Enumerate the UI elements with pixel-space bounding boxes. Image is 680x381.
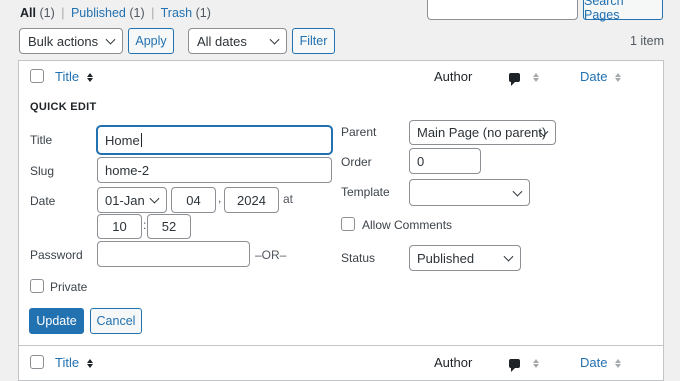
chevron-down-icon — [105, 34, 116, 45]
day-input[interactable]: 04 — [171, 187, 216, 213]
sort-icon — [615, 73, 622, 83]
minute-value: 52 — [161, 219, 177, 234]
item-count: 1 item — [629, 34, 664, 48]
search-pages-button[interactable]: Search Pages — [583, 0, 663, 22]
password-label: Password — [30, 248, 83, 262]
or-label: –OR– — [255, 248, 287, 262]
allow-comments-checkbox[interactable] — [341, 217, 355, 231]
sort-icon — [615, 359, 622, 369]
quick-edit-heading: QUICK EDIT — [30, 101, 97, 113]
cancel-button[interactable]: Cancel — [90, 308, 142, 334]
day-value: 04 — [186, 192, 201, 208]
filter-separator: | — [151, 6, 155, 20]
chevron-down-icon — [269, 34, 280, 45]
month-select[interactable]: 01-Jan — [97, 187, 167, 213]
filter-published-link[interactable]: Published — [71, 6, 126, 20]
at-label: at — [283, 192, 294, 206]
slug-input[interactable]: home-2 — [97, 157, 332, 183]
hour-input[interactable]: 10 — [97, 214, 142, 239]
date-column-header[interactable]: Date — [580, 69, 622, 84]
year-input[interactable]: 2024 — [224, 187, 279, 213]
slug-label: Slug — [30, 164, 55, 178]
status-value: Published — [417, 250, 475, 266]
sort-icon — [532, 359, 539, 369]
filter-published-count: (1) — [129, 6, 145, 20]
filter-separator: | — [61, 6, 65, 20]
minute-input[interactable]: 52 — [147, 214, 191, 239]
comments-column-header[interactable] — [509, 69, 539, 87]
chevron-down-icon — [512, 186, 523, 197]
allow-comments-label: Allow Comments — [362, 218, 453, 232]
filter-trash-count: (1) — [195, 6, 211, 20]
select-all-checkbox-footer[interactable] — [30, 355, 44, 369]
select-all-checkbox[interactable] — [30, 69, 44, 83]
comment-bubble-icon — [509, 359, 520, 373]
author-column-label: Author — [434, 355, 473, 370]
comments-column-footer[interactable] — [509, 355, 539, 373]
bulk-actions-value: Bulk actions — [28, 33, 99, 49]
date-column-label[interactable]: Date — [580, 355, 607, 370]
sort-icon — [86, 359, 93, 369]
title-label: Title — [30, 133, 53, 147]
filter-trash-link[interactable]: Trash — [161, 6, 193, 20]
title-input-value: Home — [105, 132, 140, 148]
title-column-footer[interactable]: Title — [55, 355, 93, 370]
order-input[interactable]: 0 — [409, 148, 481, 174]
chevron-down-icon — [149, 193, 160, 204]
update-button[interactable]: Update — [29, 308, 84, 334]
private-label: Private — [50, 280, 88, 294]
dates-select[interactable]: All dates — [188, 28, 287, 54]
table-header: Title Author Date — [18, 60, 664, 92]
month-value: 01-Jan — [105, 192, 145, 208]
title-column-header[interactable]: Title — [55, 69, 93, 84]
private-checkbox[interactable] — [30, 279, 44, 293]
bulk-actions-select[interactable]: Bulk actions — [19, 28, 123, 54]
parent-value: Main Page (no parent) — [417, 125, 547, 140]
title-column-label[interactable]: Title — [55, 69, 79, 84]
text-cursor — [140, 133, 142, 147]
title-input[interactable]: Home — [97, 126, 332, 154]
date-label: Date — [30, 194, 56, 208]
status-label: Status — [341, 251, 376, 265]
filter-button[interactable]: Filter — [292, 28, 335, 54]
parent-label: Parent — [341, 125, 377, 139]
apply-button[interactable]: Apply — [128, 28, 174, 54]
sort-icon — [532, 73, 539, 83]
filter-all-link[interactable]: All — [20, 6, 36, 20]
password-input[interactable] — [97, 241, 250, 267]
year-value: 2024 — [237, 192, 266, 208]
order-label: Order — [341, 155, 372, 169]
status-filter-links: All (1) | Published (1) | Trash (1) — [20, 6, 211, 20]
date-column-label[interactable]: Date — [580, 69, 607, 84]
chevron-down-icon — [503, 251, 514, 262]
title-column-label[interactable]: Title — [55, 355, 79, 370]
search-input[interactable] — [427, 0, 578, 20]
status-select[interactable]: Published — [409, 245, 521, 271]
sort-icon — [86, 73, 93, 83]
date-comma: , — [218, 191, 222, 205]
comment-bubble-icon — [509, 73, 520, 87]
date-column-footer[interactable]: Date — [580, 355, 622, 370]
time-separator: : — [143, 218, 147, 232]
hour-value: 10 — [112, 219, 127, 234]
slug-input-value: home-2 — [105, 162, 150, 178]
author-column-label: Author — [434, 69, 473, 84]
dates-value: All dates — [197, 33, 247, 49]
order-value: 0 — [417, 153, 425, 169]
template-label: Template — [341, 185, 390, 199]
table-footer: Title Author Date — [18, 345, 664, 381]
parent-select[interactable]: Main Page (no parent) — [409, 120, 556, 145]
filter-all-count: (1) — [39, 6, 55, 20]
template-select[interactable] — [409, 179, 530, 206]
